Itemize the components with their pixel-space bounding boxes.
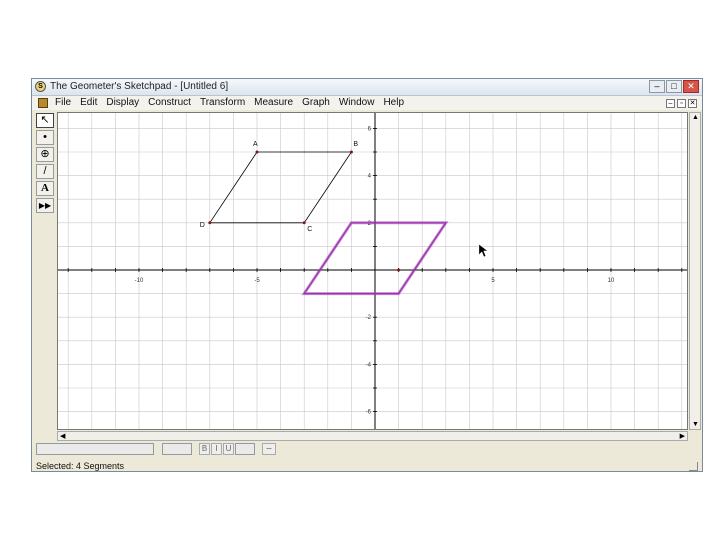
resize-grip-icon[interactable] <box>689 462 698 471</box>
doc-minimize-button[interactable]: – <box>666 99 675 108</box>
straightedge-tool-icon[interactable]: / <box>36 164 54 179</box>
point-label: A <box>253 141 258 148</box>
y-tick-label: -2 <box>366 315 372 321</box>
menu-display[interactable]: Display <box>106 97 139 108</box>
scroll-left-icon[interactable]: ◀ <box>60 432 65 440</box>
menu-help[interactable]: Help <box>383 97 404 108</box>
point-a <box>255 150 259 154</box>
menu-file[interactable]: File <box>55 97 71 108</box>
custom-tool-icon[interactable]: ▶▶ <box>36 198 54 213</box>
symbol-palette-button[interactable]: ∼ <box>262 443 276 455</box>
point-label: C <box>307 226 312 233</box>
menu-measure[interactable]: Measure <box>254 97 293 108</box>
x-tick-label: -5 <box>254 278 260 284</box>
app-logo-icon: S <box>35 81 46 92</box>
coordinate-graph[interactable]: -10-55108642-2-4-6ABCD <box>58 113 687 429</box>
toolbox: ↖ • ⊕ / A ▶▶ <box>36 113 56 215</box>
font-size-select[interactable] <box>162 443 192 455</box>
color-select[interactable] <box>235 443 255 455</box>
title-bar[interactable]: S The Geometer's Sketchpad - [Untitled 6… <box>32 79 702 96</box>
doc-close-button[interactable]: ✕ <box>688 99 697 108</box>
menu-graph[interactable]: Graph <box>302 97 330 108</box>
point-b <box>349 150 353 154</box>
close-button[interactable]: ✕ <box>683 80 699 93</box>
point-label: D <box>200 222 205 229</box>
y-tick-label: -6 <box>366 410 372 416</box>
minimize-button[interactable]: – <box>649 80 665 93</box>
point-d <box>208 221 212 225</box>
compass-tool-icon[interactable]: ⊕ <box>36 147 54 162</box>
status-text: Selected: 4 Segments <box>36 461 125 471</box>
text-tool-icon[interactable]: A <box>36 181 54 196</box>
maximize-button[interactable]: □ <box>666 80 682 93</box>
mouse-cursor-icon <box>478 243 489 258</box>
window-title: The Geometer's Sketchpad - [Untitled 6] <box>50 81 229 92</box>
doc-restore-button[interactable]: ▫ <box>677 99 686 108</box>
point-c <box>302 221 306 225</box>
point-tool-icon[interactable]: • <box>36 130 54 145</box>
vertical-scrollbar[interactable]: ▲ ▼ <box>689 112 701 430</box>
font-select[interactable] <box>36 443 154 455</box>
menu-window[interactable]: Window <box>339 97 375 108</box>
document-icon[interactable] <box>38 98 48 108</box>
menu-edit[interactable]: Edit <box>80 97 97 108</box>
y-tick-label: -4 <box>366 362 372 368</box>
scroll-right-icon[interactable]: ▶ <box>680 432 685 440</box>
sketch-canvas[interactable]: -10-55108642-2-4-6ABCD <box>57 112 688 430</box>
horizontal-scrollbar[interactable]: ◀ ▶ <box>57 431 688 441</box>
italic-button[interactable]: I <box>211 443 222 455</box>
point-on-axis <box>397 268 401 272</box>
scroll-down-icon[interactable]: ▼ <box>692 421 699 428</box>
menu-bar: File Edit Display Construct Transform Me… <box>32 96 702 110</box>
scroll-up-icon[interactable]: ▲ <box>692 114 699 121</box>
x-tick-label: 10 <box>608 278 615 284</box>
point-label: B <box>353 141 358 148</box>
selection-arrow-tool-icon[interactable]: ↖ <box>36 113 54 128</box>
underline-button[interactable]: U <box>223 443 234 455</box>
y-tick-label: 6 <box>368 126 372 132</box>
sketchpad-window: S The Geometer's Sketchpad - [Untitled 6… <box>31 78 703 472</box>
menu-construct[interactable]: Construct <box>148 97 191 108</box>
text-format-bar: B I U ∼ <box>36 443 700 457</box>
status-bar: Selected: 4 Segments <box>32 460 702 472</box>
x-tick-label: -10 <box>135 278 144 284</box>
x-tick-label: 5 <box>491 278 495 284</box>
bold-button[interactable]: B <box>199 443 210 455</box>
y-tick-label: 4 <box>368 174 372 180</box>
menu-transform[interactable]: Transform <box>200 97 245 108</box>
